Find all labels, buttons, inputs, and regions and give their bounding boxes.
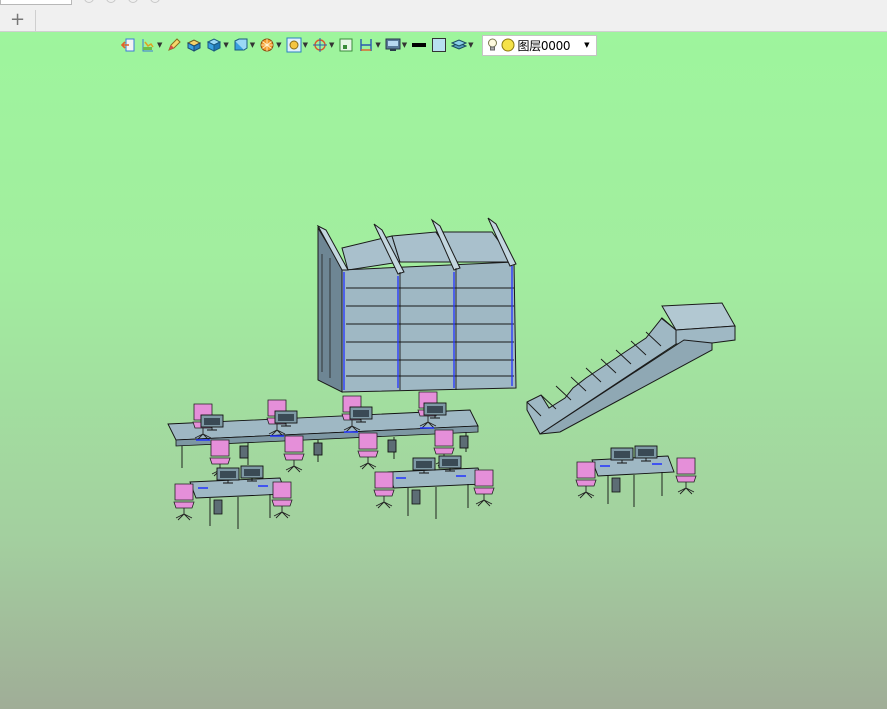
right-workstation-cluster[interactable]: [575, 445, 697, 507]
office-workstations[interactable]: [167, 391, 495, 529]
cad-model[interactable]: [0, 0, 887, 709]
bookshelf-model[interactable]: [316, 217, 517, 393]
staircase-model[interactable]: [526, 302, 736, 435]
